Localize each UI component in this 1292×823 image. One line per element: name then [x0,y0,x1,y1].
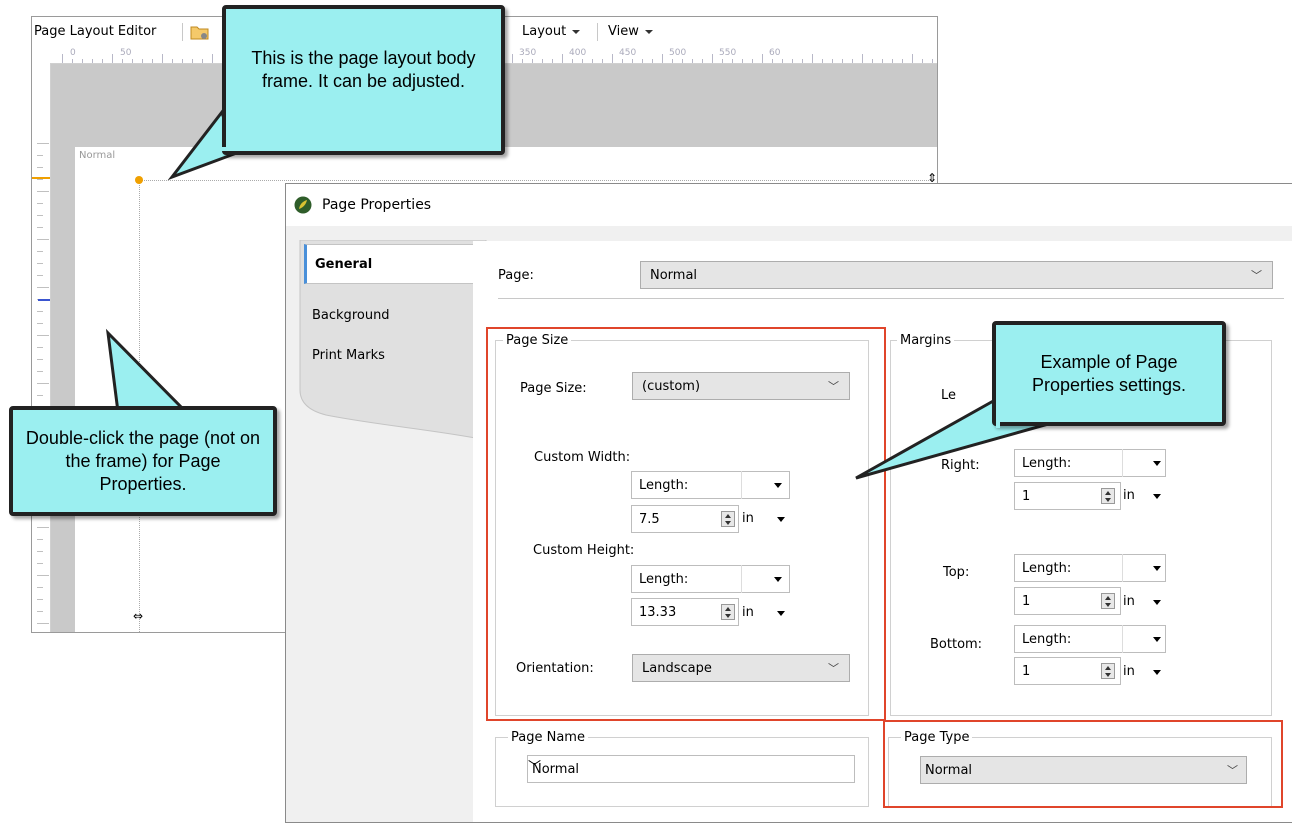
example-callout: Example of Page Properties settings. [992,321,1226,426]
frame-callout: This is the page layout body frame. It c… [222,5,505,155]
callout-seam [112,410,192,414]
callout-seam [996,388,1000,428]
callout-seam [205,147,245,151]
double-click-callout: Double-click the page (not on the frame)… [9,406,277,516]
callout-pointer [105,328,190,414]
